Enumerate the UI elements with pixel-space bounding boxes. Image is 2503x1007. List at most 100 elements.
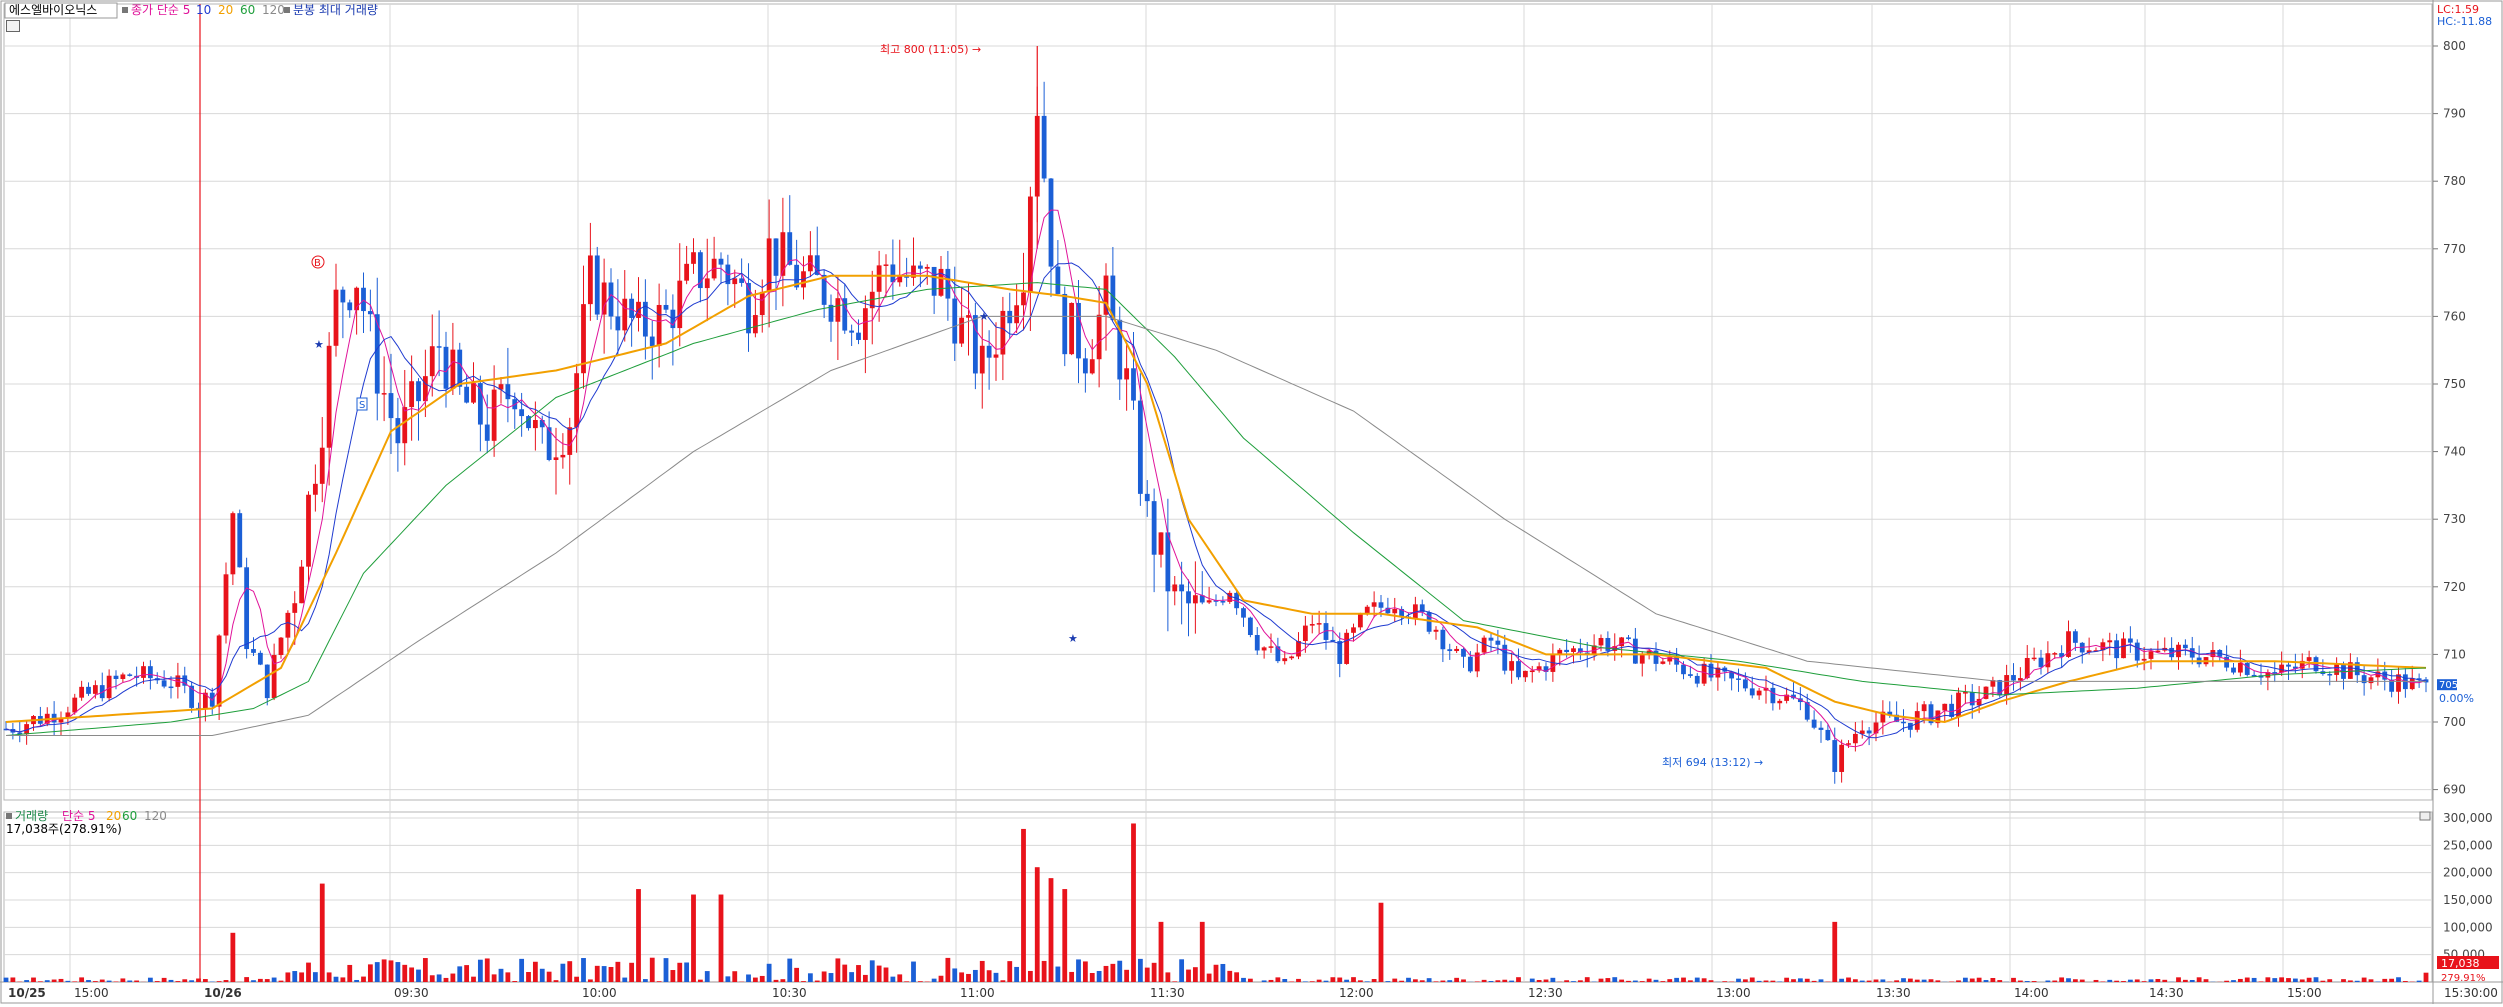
volume-bar[interactable] (1757, 981, 1762, 982)
candle-body[interactable] (444, 347, 449, 389)
volume-bar[interactable] (2059, 977, 2064, 982)
volume-bar[interactable] (2094, 980, 2099, 982)
volume-bar[interactable] (560, 964, 565, 982)
candle-body[interactable] (299, 567, 304, 604)
chart-canvas[interactable]: 690700710720730740750760770780790800300,… (0, 0, 2503, 1004)
candle-body[interactable] (664, 305, 669, 310)
volume-bar[interactable] (1434, 981, 1439, 982)
volume-bar[interactable] (787, 959, 792, 982)
candle-body[interactable] (320, 448, 325, 484)
candle-body[interactable] (2307, 657, 2312, 661)
volume-bar[interactable] (2121, 981, 2126, 982)
volume-bar[interactable] (1846, 978, 1851, 982)
candle-body[interactable] (1165, 532, 1170, 591)
volume-bar[interactable] (609, 967, 614, 982)
candle-body[interactable] (925, 267, 930, 269)
volume-bar[interactable] (2080, 980, 2085, 982)
candle-body[interactable] (1097, 315, 1102, 359)
volume-bar[interactable] (918, 981, 923, 982)
candle-body[interactable] (1819, 728, 1824, 730)
candle-body[interactable] (2272, 672, 2277, 674)
candle-body[interactable] (148, 666, 153, 678)
candle-body[interactable] (313, 484, 318, 495)
candle-body[interactable] (739, 278, 744, 283)
volume-bar[interactable] (2320, 981, 2325, 982)
volume-bar[interactable] (409, 967, 414, 982)
volume-bar[interactable] (1069, 972, 1074, 982)
volume-bar[interactable] (1798, 978, 1803, 982)
volume-bar[interactable] (38, 981, 43, 982)
candle-body[interactable] (1853, 734, 1858, 743)
volume-bar[interactable] (1509, 981, 1514, 982)
volume-bar[interactable] (1935, 980, 1940, 982)
candle-body[interactable] (141, 666, 146, 678)
candle-body[interactable] (265, 665, 270, 698)
volume-bar[interactable] (2382, 979, 2387, 982)
candle-body[interactable] (2073, 631, 2078, 643)
volume-bar[interactable] (1062, 889, 1067, 982)
candle-body[interactable] (1832, 740, 1837, 772)
volume-bar[interactable] (1530, 979, 1535, 982)
volume-bar[interactable] (2272, 978, 2277, 982)
volume-bar[interactable] (1014, 967, 1019, 982)
candle-body[interactable] (334, 290, 339, 346)
volume-bar[interactable] (1097, 971, 1102, 982)
volume-bar[interactable] (540, 969, 545, 982)
volume-bar[interactable] (52, 980, 57, 982)
candle-body[interactable] (856, 333, 861, 340)
volume-bar[interactable] (505, 972, 510, 982)
volume-bar[interactable] (1296, 979, 1301, 982)
candle-body[interactable] (774, 238, 779, 275)
candle-body[interactable] (1262, 647, 1267, 650)
volume-bar[interactable] (189, 980, 194, 982)
volume-bar[interactable] (725, 976, 730, 982)
candle-body[interactable] (1007, 311, 1012, 323)
candle-body[interactable] (230, 513, 235, 574)
volume-bar[interactable] (1537, 980, 1542, 982)
candle-body[interactable] (2149, 651, 2154, 659)
candle-body[interactable] (2362, 675, 2367, 683)
volume-bar[interactable] (1282, 979, 1287, 982)
candle-body[interactable] (1179, 584, 1184, 591)
candle-body[interactable] (2004, 675, 2009, 695)
candle-body[interactable] (409, 381, 414, 407)
volume-bar[interactable] (911, 962, 916, 982)
volume-bar[interactable] (1110, 964, 1115, 982)
ma-legend-period-60[interactable]: 60 (240, 3, 255, 17)
candle-body[interactable] (959, 318, 964, 344)
candle-body[interactable] (224, 574, 229, 635)
candle-body[interactable] (1942, 704, 1947, 711)
candle-body[interactable] (1083, 358, 1088, 373)
volume-bar[interactable] (1399, 981, 1404, 982)
candle-body[interactable] (1502, 645, 1507, 671)
candle-body[interactable] (1392, 609, 1397, 613)
candle-body[interactable] (368, 311, 373, 314)
volume-bar[interactable] (499, 969, 504, 982)
volume-bar[interactable] (2355, 981, 2360, 982)
volume-bar[interactable] (437, 974, 442, 982)
candle-body[interactable] (602, 282, 607, 314)
volume-bar[interactable] (636, 889, 641, 982)
volume-bar[interactable] (1447, 980, 1452, 982)
candle-body[interactable] (1317, 623, 1322, 625)
volume-bar[interactable] (1688, 980, 1693, 982)
candle-body[interactable] (86, 687, 91, 694)
candle-body[interactable] (1104, 276, 1109, 315)
volume-bar[interactable] (1647, 979, 1652, 982)
volume-bar[interactable] (1544, 980, 1549, 982)
stock-chart[interactable]: 690700710720730740750760770780790800300,… (0, 0, 2503, 1004)
volume-bar[interactable] (1227, 971, 1232, 982)
volume-bar[interactable] (2314, 977, 2319, 982)
volume-bar[interactable] (1262, 980, 1267, 982)
volume-bar[interactable] (1667, 979, 1672, 982)
volume-bar[interactable] (746, 974, 751, 982)
candle-body[interactable] (1351, 627, 1356, 632)
candle-body[interactable] (1564, 650, 1569, 652)
candle-body[interactable] (127, 674, 132, 676)
volume-bar[interactable] (1372, 979, 1377, 982)
candle-body[interactable] (732, 278, 737, 284)
candle-body[interactable] (285, 613, 290, 638)
volume-bar[interactable] (2107, 980, 2112, 982)
candle-body[interactable] (1145, 494, 1150, 501)
candle-body[interactable] (430, 346, 435, 376)
